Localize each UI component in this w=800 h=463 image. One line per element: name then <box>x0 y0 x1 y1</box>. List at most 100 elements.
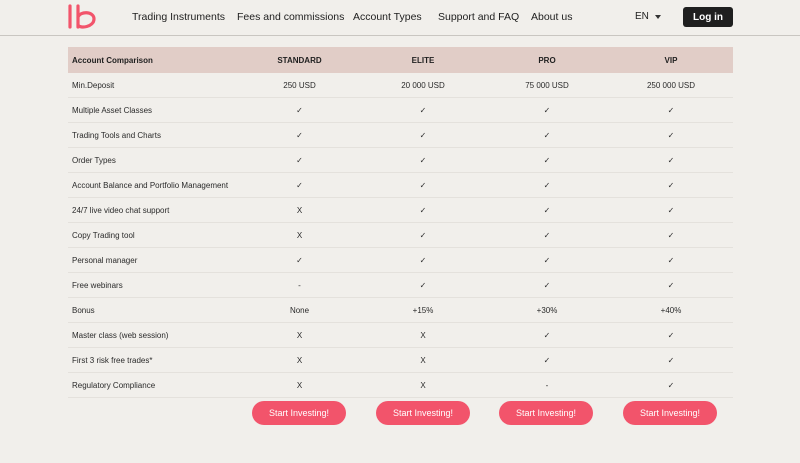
cell-pro: ✓ <box>543 105 551 115</box>
start-investing-elite-button[interactable]: Start Investing! <box>376 401 470 425</box>
nav-fees-commissions[interactable]: Fees and commissions <box>237 11 344 23</box>
account-comparison-table: Account Comparison STANDARD ELITE PRO VI… <box>68 47 733 398</box>
start-investing-standard-button[interactable]: Start Investing! <box>252 401 346 425</box>
cell-pro: ✓ <box>543 255 551 265</box>
row-label: Account Balance and Portfolio Management <box>72 180 229 190</box>
cell-elite: X <box>420 330 426 340</box>
chevron-down-icon <box>654 14 661 19</box>
row-label: Personal manager <box>72 255 138 265</box>
cell-standard: X <box>296 205 303 215</box>
cell-elite: ✓ <box>419 155 427 165</box>
table-row: 24/7 live video chat support X ✓ ✓ ✓ <box>68 198 733 223</box>
table-row: Personal manager ✓ ✓ ✓ ✓ <box>68 248 733 273</box>
cell-elite: ✓ <box>419 230 427 240</box>
table-row: First 3 risk free trades* X X ✓ ✓ <box>68 348 733 373</box>
cell-vip: ✓ <box>667 355 675 365</box>
cell-elite: ✓ <box>419 255 427 265</box>
table-row: Free webinars - ✓ ✓ ✓ <box>68 273 733 298</box>
cell-standard: X <box>296 380 303 390</box>
nav-about-us[interactable]: About us <box>531 11 572 23</box>
header-pro: PRO <box>538 55 556 65</box>
cell-vip: ✓ <box>667 130 675 140</box>
top-header: Trading Instruments Fees and commissions… <box>0 0 800 36</box>
cell-vip: ✓ <box>667 205 675 215</box>
header-account-comparison: Account Comparison <box>72 55 153 65</box>
cell-elite: ✓ <box>419 280 427 290</box>
row-label: Bonus <box>72 305 95 315</box>
cell-vip: ✓ <box>667 155 675 165</box>
cell-vip: ✓ <box>667 255 675 265</box>
cell-elite: ✓ <box>419 105 427 115</box>
table-row: Copy Trading tool X ✓ ✓ ✓ <box>68 223 733 248</box>
login-button[interactable]: Log in <box>683 7 733 27</box>
table-header-row: Account Comparison STANDARD ELITE PRO VI… <box>68 47 733 73</box>
row-label: Trading Tools and Charts <box>72 130 161 140</box>
row-label: Min.Deposit <box>72 80 115 90</box>
cell-pro: 75 000 USD <box>525 80 569 90</box>
table-row: Order Types ✓ ✓ ✓ ✓ <box>68 148 733 173</box>
cell-standard: ✓ <box>296 180 303 190</box>
language-label: EN <box>635 11 649 22</box>
row-label: 24/7 live video chat support <box>72 205 170 215</box>
cell-vip: ✓ <box>667 380 675 390</box>
cell-pro: ✓ <box>543 180 551 190</box>
cell-pro: ✓ <box>543 280 551 290</box>
cell-standard: ✓ <box>296 130 303 140</box>
cell-pro: - <box>545 380 549 390</box>
cell-vip: ✓ <box>667 180 675 190</box>
row-label: Regulatory Compliance <box>72 380 156 390</box>
language-selector[interactable]: EN <box>635 11 661 22</box>
cell-elite: X <box>420 380 426 390</box>
cell-pro: ✓ <box>543 155 551 165</box>
header-standard: STANDARD <box>277 55 322 65</box>
cell-vip: ✓ <box>667 280 675 290</box>
cell-standard: ✓ <box>296 255 303 265</box>
nav-trading-instruments[interactable]: Trading Instruments <box>132 11 225 23</box>
cell-pro: ✓ <box>543 330 551 340</box>
cell-elite: 20 000 USD <box>401 80 445 90</box>
logo-icon[interactable] <box>64 3 100 31</box>
cell-pro: ✓ <box>543 205 551 215</box>
cell-standard: X <box>296 355 303 365</box>
table-row: Multiple Asset Classes ✓ ✓ ✓ ✓ <box>68 98 733 123</box>
start-investing-vip-button[interactable]: Start Investing! <box>623 401 717 425</box>
cell-pro: ✓ <box>543 355 551 365</box>
cell-standard: None <box>289 305 310 315</box>
nav-support-faq[interactable]: Support and FAQ <box>438 11 519 23</box>
cell-vip: ✓ <box>667 230 675 240</box>
cell-elite: X <box>420 355 426 365</box>
table-row: Regulatory Compliance X X - ✓ <box>68 373 733 398</box>
cell-pro: +30% <box>536 305 558 315</box>
table-row: Trading Tools and Charts ✓ ✓ ✓ ✓ <box>68 123 733 148</box>
cell-elite: ✓ <box>419 180 427 190</box>
cell-standard: X <box>296 230 303 240</box>
cell-standard: - <box>298 280 301 290</box>
cell-standard: ✓ <box>296 105 303 115</box>
table-row: Account Balance and Portfolio Management… <box>68 173 733 198</box>
table-row: Min.Deposit 250 USD 20 000 USD 75 000 US… <box>68 73 733 98</box>
cta-row: Start Investing! Start Investing! Start … <box>0 401 800 425</box>
cell-vip: +40% <box>660 305 682 315</box>
cell-vip: ✓ <box>667 105 675 115</box>
cell-pro: ✓ <box>543 230 551 240</box>
cell-elite: ✓ <box>419 205 427 215</box>
row-label: First 3 risk free trades* <box>72 355 153 365</box>
cell-standard: X <box>296 330 303 340</box>
row-label: Multiple Asset Classes <box>72 105 153 115</box>
table-row: Master class (web session) X X ✓ ✓ <box>68 323 733 348</box>
start-investing-pro-button[interactable]: Start Investing! <box>499 401 593 425</box>
cell-standard: ✓ <box>296 155 303 165</box>
cell-pro: ✓ <box>543 130 551 140</box>
cell-elite: +15% <box>412 305 434 315</box>
cell-elite: ✓ <box>419 130 427 140</box>
header-elite: ELITE <box>411 55 435 65</box>
table-row: Bonus None +15% +30% +40% <box>68 298 733 323</box>
cell-standard: 250 USD <box>283 80 316 90</box>
cell-vip: ✓ <box>667 330 675 340</box>
row-label: Master class (web session) <box>72 330 169 340</box>
nav-account-types[interactable]: Account Types <box>353 11 422 23</box>
row-label: Free webinars <box>72 280 123 290</box>
row-label: Copy Trading tool <box>72 230 135 240</box>
header-vip: VIP <box>664 55 678 65</box>
cell-vip: 250 000 USD <box>646 80 696 90</box>
